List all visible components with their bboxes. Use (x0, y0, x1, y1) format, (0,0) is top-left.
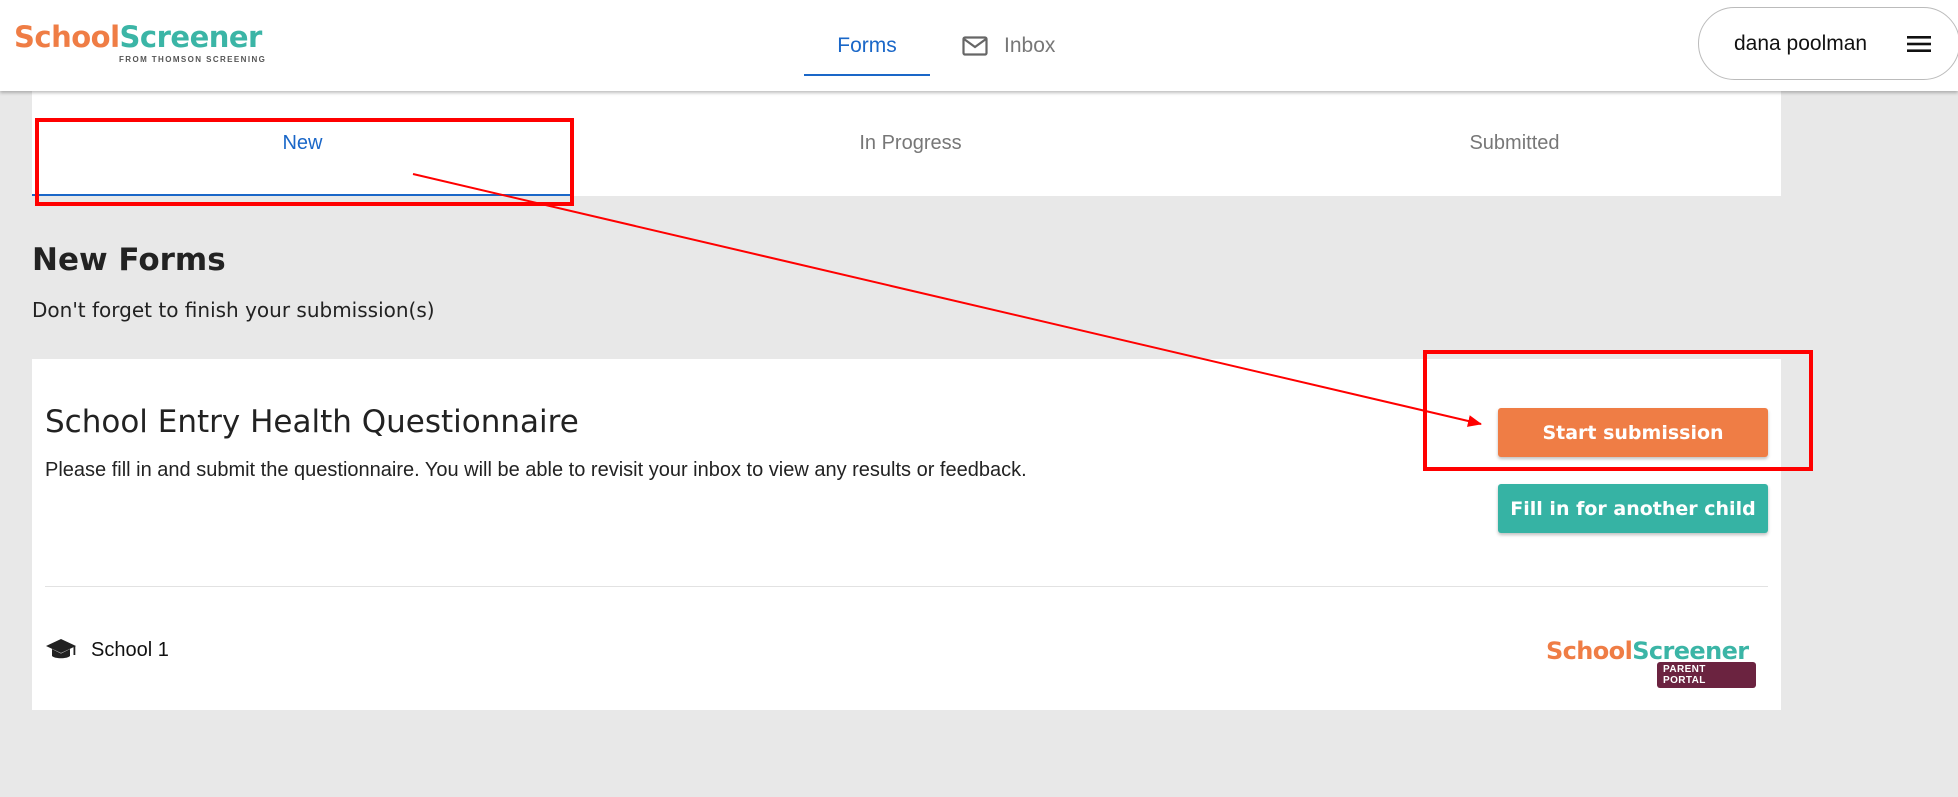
parent-portal-logo: SchoolScreener PARENT PORTAL (1546, 637, 1756, 688)
tab-new-label: New (282, 132, 323, 154)
page-title: New Forms (32, 242, 226, 278)
fill-in-another-child-button[interactable]: Fill in for another child (1498, 484, 1768, 533)
school-info: School 1 (45, 638, 169, 662)
parent-portal-badge: PARENT PORTAL (1657, 662, 1756, 688)
user-menu-button[interactable]: dana poolman (1698, 7, 1958, 80)
footer-logo-wordmark: SchoolScreener (1546, 637, 1756, 665)
footer-logo-word-screener: Screener (1632, 637, 1749, 665)
start-submission-button[interactable]: Start submission (1498, 408, 1768, 457)
schoolscreener-logo[interactable]: SchoolScreener FROM THOMSON SCREENING (14, 20, 274, 70)
form-card: School Entry Health Questionnaire Please… (32, 359, 1781, 710)
tab-in-progress[interactable]: In Progress (573, 91, 1248, 196)
school-name: School 1 (91, 638, 169, 661)
tab-in-progress-label: In Progress (859, 132, 962, 154)
logo-tagline: FROM THOMSON SCREENING (119, 55, 267, 64)
logo-wordmark: SchoolScreener (14, 20, 274, 54)
tab-new[interactable]: New (32, 91, 573, 196)
logo-word-school: School (14, 20, 120, 54)
main-nav: Forms Inbox (804, 0, 1087, 91)
footer-logo-word-school: School (1546, 637, 1633, 665)
nav-inbox[interactable]: Inbox (930, 0, 1087, 91)
top-header: SchoolScreener FROM THOMSON SCREENING Fo… (0, 0, 1958, 91)
nav-forms[interactable]: Forms (804, 0, 930, 91)
form-status-tabs: New In Progress Submitted (32, 91, 1781, 196)
nav-forms-label: Forms (837, 33, 897, 57)
card-divider (45, 586, 1768, 587)
form-description: Please fill in and submit the questionna… (45, 459, 1027, 481)
hamburger-menu-icon[interactable] (1907, 34, 1931, 60)
form-title: School Entry Health Questionnaire (45, 404, 579, 440)
graduation-cap-icon (45, 638, 77, 662)
tab-submitted-label: Submitted (1469, 132, 1560, 154)
tab-submitted[interactable]: Submitted (1248, 91, 1781, 196)
logo-word-screener: Screener (119, 20, 263, 54)
mail-icon (962, 35, 988, 56)
user-name: dana poolman (1734, 31, 1868, 55)
page-subtitle: Don't forget to finish your submission(s… (32, 298, 435, 322)
nav-inbox-label: Inbox (1004, 33, 1056, 57)
